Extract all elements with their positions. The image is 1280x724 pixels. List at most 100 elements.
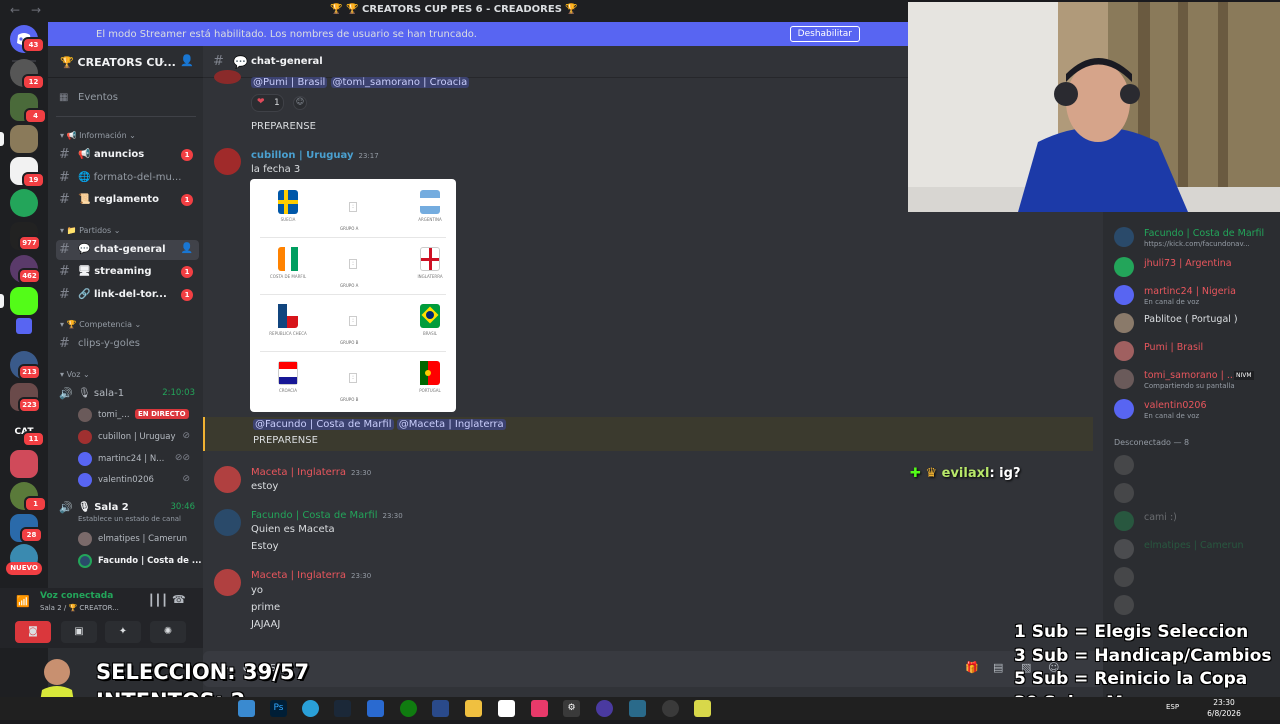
username[interactable]: cubillon | Uruguay (251, 150, 354, 161)
window-title: 🏆 🏆 CREATORS CUP PES 6 - CREADORES 🏆 (330, 4, 578, 15)
taskbar-app-icon[interactable] (432, 700, 449, 717)
voice-channel-sala-1[interactable]: 🔊 🎙 sala-1 2:10:03 (56, 384, 199, 404)
server-icon[interactable] (10, 125, 38, 153)
photoshop-icon[interactable]: Ps (270, 700, 287, 717)
taskbar-app-icon[interactable] (662, 700, 679, 717)
category-competencia[interactable]: ▾ 🏆 Competencia ⌄ (60, 320, 141, 329)
category-label: Voz (66, 370, 81, 379)
tiktok-icon[interactable] (531, 700, 548, 717)
member-item[interactable] (1114, 480, 1280, 508)
channel-reglamento[interactable]: # 📜 reglamento 1 (56, 190, 199, 210)
flag-argentina-icon (420, 190, 440, 214)
fixture-image[interactable]: SUECIA : ARGENTINA GRUPO A COSTA DE MARF… (250, 179, 456, 412)
deafened-icon: ⊘ (182, 474, 190, 484)
member-item[interactable]: Pablitoe ( Portugal ) (1114, 310, 1280, 338)
category-partidos[interactable]: ▾ 📁 Partidos ⌄ (60, 226, 120, 235)
disable-streamer-button[interactable]: Deshabilitar (789, 26, 860, 42)
file-explorer-icon[interactable] (465, 700, 482, 717)
channel-status[interactable]: Establece un estado de canal (78, 515, 181, 523)
channel-streaming[interactable]: # 🖥 streaming 1 (56, 262, 199, 282)
member-item[interactable]: elmatipes | Camerun (1114, 536, 1280, 564)
noise-suppression-icon[interactable]: ┃┃┃ (148, 594, 168, 607)
member-status: En canal de voz (1144, 412, 1200, 420)
gif-icon[interactable]: ▤ (993, 661, 1003, 674)
avatar[interactable] (214, 509, 241, 536)
hash-icon: # (59, 264, 70, 279)
member-item[interactable]: Pumi | Brasil (1114, 338, 1280, 366)
voice-user[interactable]: elmatipes | Camerun (78, 530, 198, 548)
member-item[interactable]: martinc24 | Nigeria En canal de voz (1114, 282, 1280, 310)
member-item[interactable]: jhuli73 | Argentina (1114, 254, 1280, 282)
member-item[interactable] (1114, 452, 1280, 480)
score-box: : (349, 316, 357, 326)
taskbar-app-icon[interactable] (238, 700, 255, 717)
channel-link-del-torneo[interactable]: # 🔗 link-del-tor... 1 (56, 285, 199, 305)
server-icon[interactable] (10, 450, 38, 478)
channel-chat-general[interactable]: # 💬 chat-general 👤 (56, 240, 199, 260)
settings-icon[interactable]: ⚙ (563, 700, 580, 717)
invite-icon[interactable]: 👤 (180, 54, 194, 67)
activities-button[interactable]: ✦ (105, 621, 141, 643)
flag-portugal-icon (420, 361, 440, 385)
steam-icon[interactable] (334, 700, 351, 717)
category-info[interactable]: ▾ 📢 Información ⌄ (60, 131, 136, 140)
voice-user[interactable]: martinc24 | N... ⊘⊘ (78, 450, 198, 468)
camera-off-button[interactable]: ◙ (15, 621, 51, 643)
channel-anuncios[interactable]: # 📢 anuncios 1 (56, 145, 199, 165)
guild-header[interactable]: 🏆 CREATORS CU... ⌄ 👤 (48, 46, 203, 78)
channel-clips[interactable]: # clips-y-goles (56, 334, 199, 354)
voice-user[interactable]: Facundo | Costa de ... (78, 552, 202, 570)
signal-icon[interactable]: 📶 (16, 595, 30, 608)
member-item[interactable] (1114, 592, 1280, 620)
soundboard-button[interactable]: ✺ (150, 621, 186, 643)
channel-title: chat-general (251, 56, 323, 67)
gift-icon[interactable]: 🎁 (965, 661, 979, 674)
add-member-icon[interactable]: 👤 (181, 243, 193, 254)
user-mention[interactable]: @Pumi | Brasil (251, 77, 328, 88)
username[interactable]: Maceta | Inglaterra (251, 570, 346, 581)
telegram-icon[interactable] (302, 700, 319, 717)
category-voz[interactable]: ▾ Voz ⌄ (60, 370, 90, 379)
message-header: cubillon | Uruguay 23:17 (251, 150, 379, 161)
member-item[interactable]: Facundo | Costa de Marfil https://kick.c… (1114, 224, 1280, 252)
xbox-icon[interactable] (400, 700, 417, 717)
voice-user[interactable]: tomi_... EN DIRECTO (78, 406, 198, 424)
voice-user[interactable]: cubillon | Uruguay ⊘ (78, 428, 198, 446)
message-input[interactable]: + es al S 🎁 ▤ ▧ ☺ (203, 651, 1103, 687)
username[interactable]: Maceta | Inglaterra (251, 467, 346, 478)
member-name: Pumi | Brasil (1144, 342, 1204, 353)
avatar[interactable] (214, 466, 241, 493)
reaction-heart[interactable]: ❤ 1 (251, 94, 284, 112)
events-item[interactable]: ▦ Eventos (56, 88, 199, 108)
taskbar-app-icon[interactable] (629, 700, 646, 717)
disconnect-icon[interactable]: ☎ (172, 593, 186, 606)
kick-server-icon[interactable] (10, 287, 38, 315)
capcut-icon[interactable] (498, 700, 515, 717)
system-clock[interactable]: 23:30 6/8/2026 (1194, 697, 1254, 719)
server-icon[interactable] (10, 189, 38, 217)
member-item[interactable]: valentin0206 En canal de voz (1114, 396, 1280, 424)
user-mention[interactable]: @Maceta | Inglaterra (396, 419, 506, 430)
screen-share-button[interactable]: ▣ (61, 621, 97, 643)
message-mentions: @Pumi | Brasil @tomi_samorano | Croacia (251, 77, 470, 88)
server-badge: 462 (18, 268, 41, 284)
browser-icon[interactable] (367, 700, 384, 717)
member-item[interactable]: tomi_samorano | ... NIVM Compartiendo su… (1114, 366, 1280, 394)
username[interactable]: Facundo | Costa de Marfil (251, 510, 378, 521)
folder-icon[interactable] (16, 318, 32, 334)
avatar[interactable] (214, 569, 241, 596)
channel-formato[interactable]: # 🌐 formato-del-mu... (56, 168, 199, 188)
member-item[interactable]: cami :) (1114, 508, 1280, 536)
avatar[interactable] (214, 70, 241, 84)
chevron-down-icon[interactable]: ⌄ (158, 55, 166, 66)
voice-user[interactable]: valentin0206 ⊘ (78, 471, 198, 489)
avatar[interactable] (214, 148, 241, 175)
add-reaction-icon[interactable]: ☺ (293, 96, 307, 110)
taskbar-app-icon[interactable] (694, 700, 711, 717)
member-item[interactable] (1114, 564, 1280, 592)
obs-icon[interactable] (596, 700, 613, 717)
user-mention[interactable]: @tomi_samorano | Croacia (330, 77, 470, 88)
language-indicator[interactable]: ESP (1166, 703, 1179, 711)
user-mention[interactable]: @Facundo | Costa de Marfil (253, 419, 394, 430)
voice-channel-sala-2[interactable]: 🔊 🎙 Sala 2 30:46 Establece un estado de … (56, 498, 199, 526)
